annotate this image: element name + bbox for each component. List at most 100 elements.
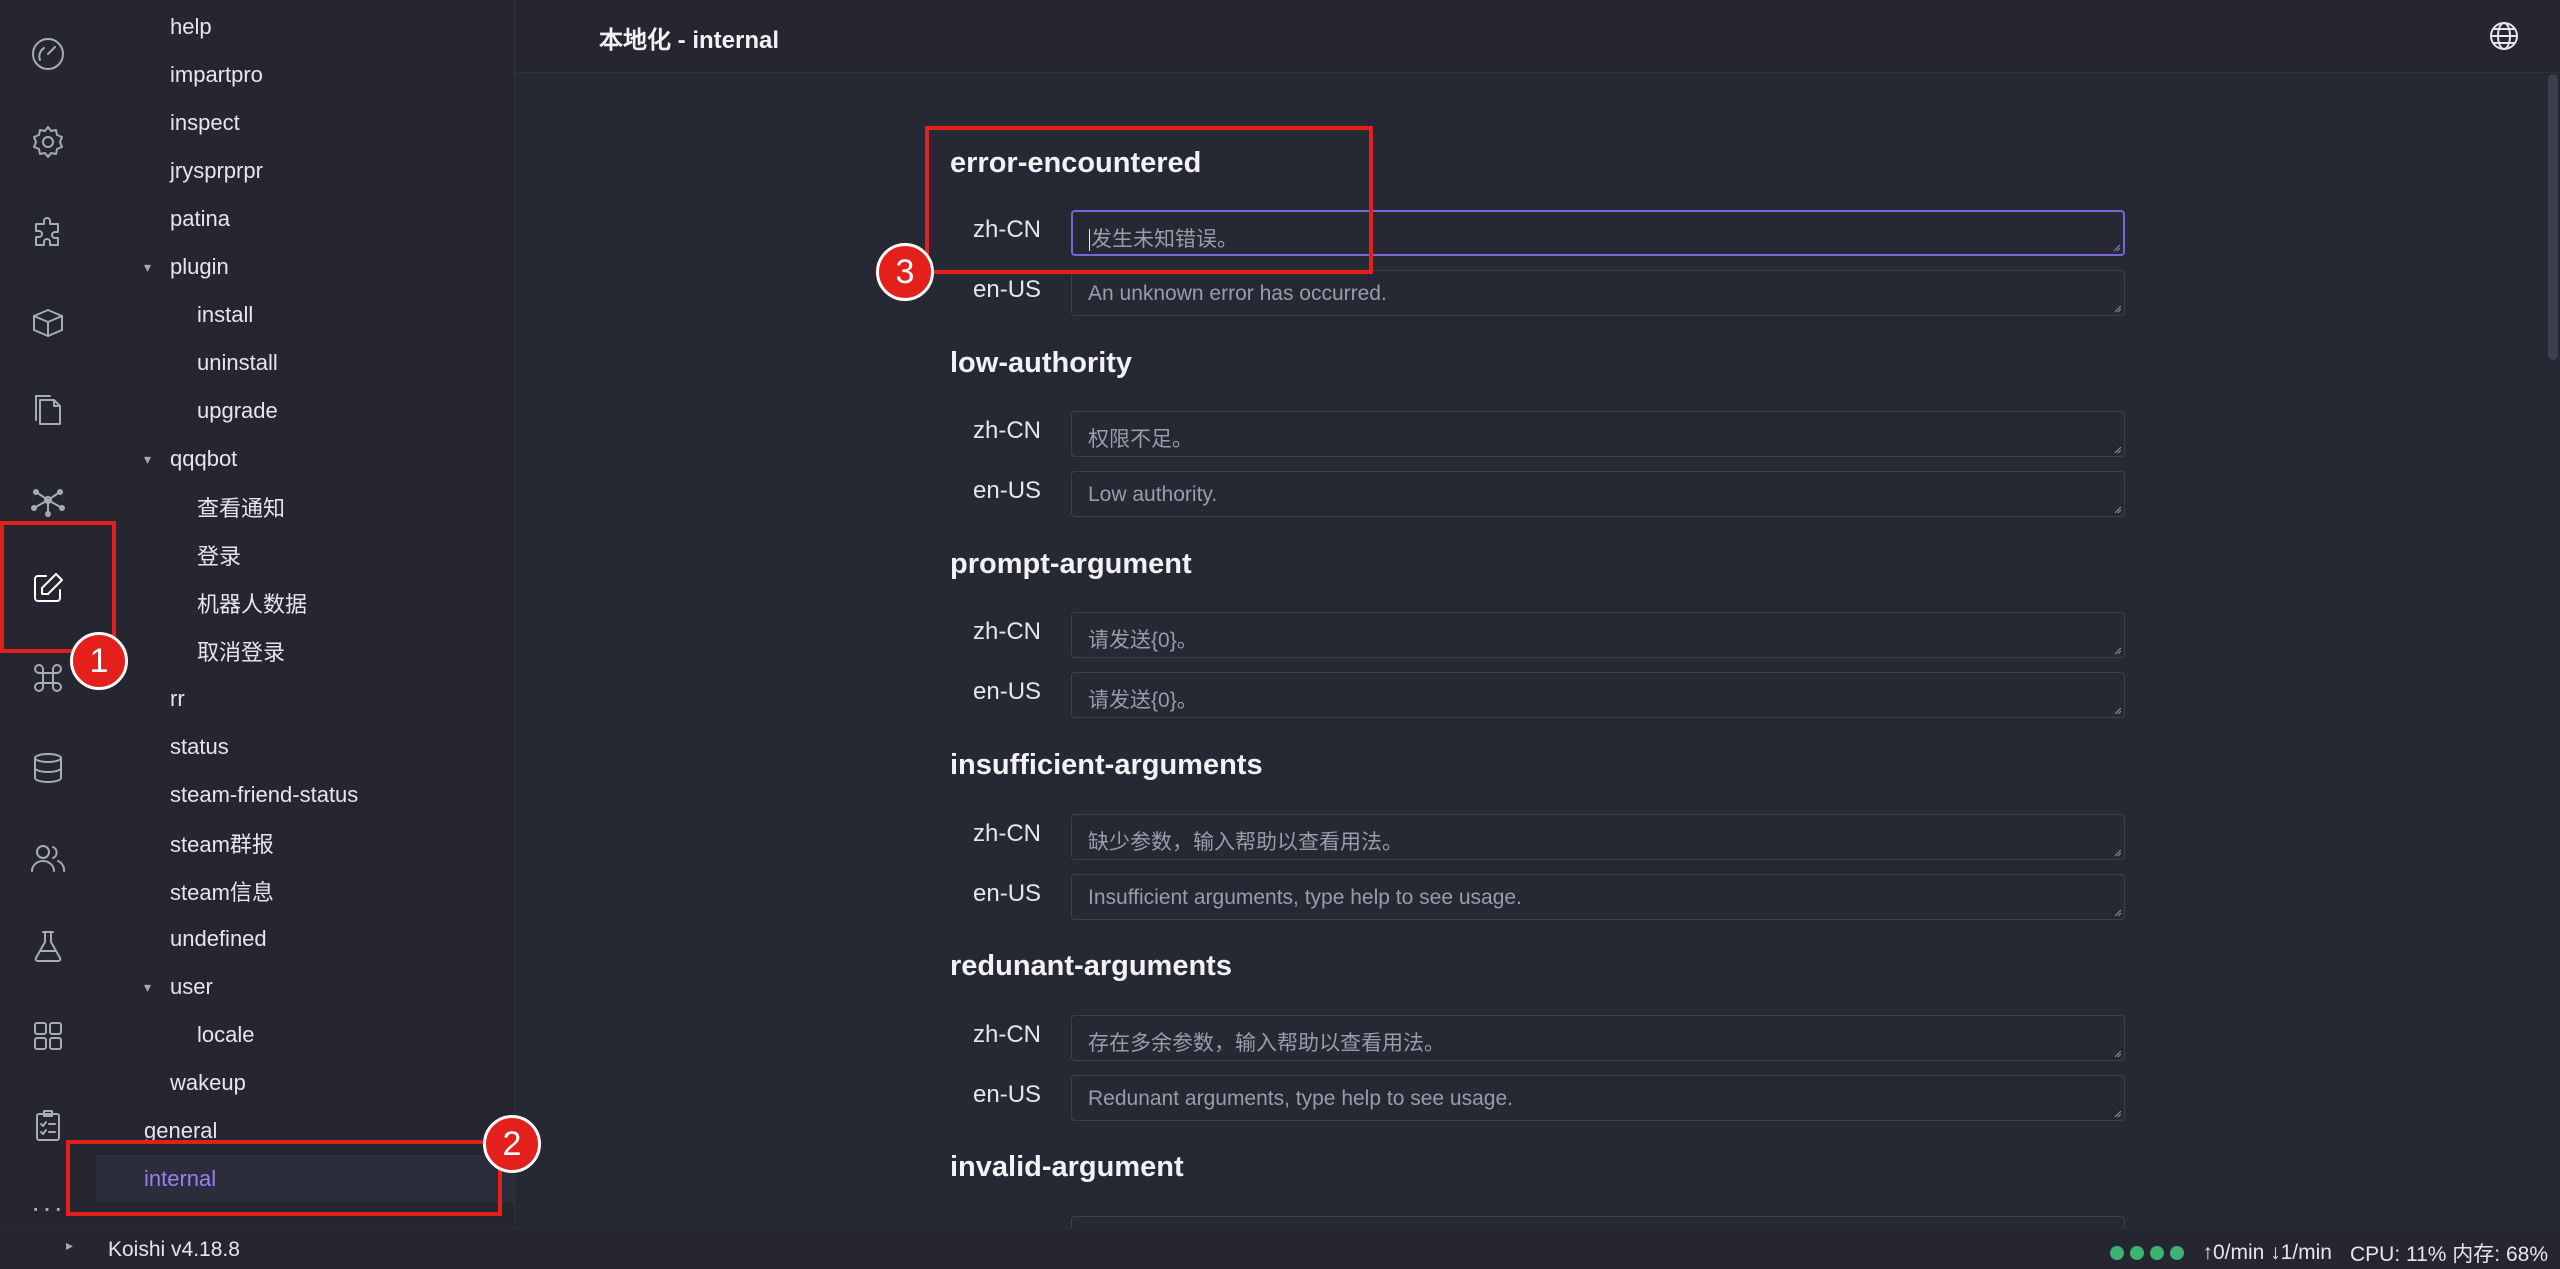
tree-item-label: uninstall bbox=[197, 350, 278, 375]
translation-field-zh[interactable]: 存在多余参数，输入帮助以查看用法。 bbox=[1071, 1015, 2125, 1061]
tree-item-label: steam-friend-status bbox=[170, 782, 359, 807]
locale-label-en: en-US bbox=[973, 880, 1042, 907]
version-label: Koishi v4.18.8 bbox=[108, 1238, 240, 1261]
translation-field-en[interactable]: Insufficient arguments, type help to see… bbox=[1071, 874, 2125, 920]
field-value: Insufficient arguments, type help to see… bbox=[1088, 886, 1522, 909]
tree-item-label: locale bbox=[197, 1022, 255, 1047]
globe-icon[interactable] bbox=[2488, 20, 2520, 52]
section-title: insufficient-arguments bbox=[950, 749, 1263, 781]
tree-item-inspect[interactable]: inspect bbox=[96, 99, 514, 147]
tree-item-label: install bbox=[197, 302, 254, 327]
dashboard-icon[interactable] bbox=[0, 14, 96, 94]
field-value: Redunant arguments, type help to see usa… bbox=[1088, 1087, 1513, 1110]
resize-handle-icon[interactable] bbox=[2112, 303, 2122, 313]
resize-handle-icon[interactable] bbox=[2112, 444, 2122, 454]
locale-label-en: en-US bbox=[973, 1081, 1042, 1108]
translation-field-en[interactable]: Low authority. bbox=[1071, 471, 2125, 517]
tree-item-install[interactable]: install bbox=[96, 291, 514, 339]
tree-item-undefined[interactable]: undefined bbox=[96, 915, 514, 963]
field-value: 缺少参数，输入帮助以查看用法。 bbox=[1088, 831, 1403, 854]
tree-item-steam-info[interactable]: steam信息 bbox=[96, 867, 514, 915]
resize-handle-icon[interactable] bbox=[2112, 705, 2122, 715]
status-dot bbox=[2150, 1246, 2165, 1260]
field-value: 请发送{0}。 bbox=[1088, 689, 1198, 712]
tree-item-login[interactable]: 登录 bbox=[96, 531, 514, 579]
tree-item-label: steam群报 bbox=[170, 832, 274, 857]
translation-field-zh[interactable]: 权限不足。 bbox=[1071, 411, 2125, 457]
resize-handle-icon[interactable] bbox=[2112, 645, 2122, 655]
locale-label-en: en-US bbox=[973, 276, 1042, 303]
section-title: redunant-arguments bbox=[950, 950, 1232, 982]
header: 本地化 - internal bbox=[515, 0, 2560, 73]
resize-handle-icon[interactable] bbox=[2112, 504, 2122, 514]
settings-icon[interactable] bbox=[0, 102, 96, 182]
locale-editor: error-encountered zh-CN 发生未知错误。 en-US An… bbox=[515, 73, 2560, 1228]
caret-down-icon[interactable]: ▾ bbox=[144, 259, 151, 276]
apps-icon[interactable] bbox=[0, 996, 96, 1076]
tree-item-notifications[interactable]: 查看通知 bbox=[96, 483, 514, 531]
scrollbar-thumb[interactable] bbox=[2548, 74, 2558, 360]
locale-label-zh: zh-CN bbox=[973, 820, 1042, 847]
tree-item-steam-group-report[interactable]: steam群报 bbox=[96, 819, 514, 867]
plugins-icon[interactable] bbox=[0, 192, 96, 272]
tree-item-steam-friend-status[interactable]: steam-friend-status bbox=[96, 771, 514, 819]
resource-usage: CPU: 11% 内存: 68% bbox=[2349, 1243, 2548, 1266]
tree-item-label: 登录 bbox=[197, 544, 242, 569]
tree-item-robot-data[interactable]: 机器人数据 bbox=[96, 579, 514, 627]
status-dot bbox=[2130, 1246, 2145, 1260]
tree-item-logout[interactable]: 取消登录 bbox=[96, 627, 514, 675]
tree-item-label: qqqbot bbox=[170, 446, 238, 471]
resize-handle-icon[interactable] bbox=[2112, 907, 2122, 917]
section-title: low-authority bbox=[950, 347, 1133, 379]
sidebar-tree: help impartpro inspect jrysprprpr patina… bbox=[96, 0, 515, 1228]
tree-item-locale[interactable]: locale bbox=[96, 1011, 514, 1059]
translation-field-en[interactable]: An unknown error has occurred. bbox=[1071, 270, 2125, 316]
tree-item-jrysprprpr[interactable]: jrysprprpr bbox=[96, 147, 514, 195]
tree-item-impartpro[interactable]: impartpro bbox=[96, 51, 514, 99]
tree-item-rr[interactable]: rr bbox=[96, 675, 514, 723]
locale-label-zh: zh-CN bbox=[973, 618, 1042, 645]
tree-item-uninstall[interactable]: uninstall bbox=[96, 339, 514, 387]
tree-item-label: user bbox=[170, 974, 213, 999]
logs-icon[interactable] bbox=[0, 370, 96, 450]
tree-item-label: wakeup bbox=[170, 1070, 246, 1095]
translation-field-zh[interactable] bbox=[1071, 1216, 2125, 1228]
users-icon[interactable] bbox=[0, 818, 96, 898]
market-icon[interactable] bbox=[0, 282, 96, 362]
annotation-box-3 bbox=[925, 126, 1373, 274]
status-right: ↑0/min ↓1/min CPU: 11% 内存: 68% bbox=[2110, 1238, 2548, 1268]
tree-item-help[interactable]: help bbox=[96, 3, 514, 51]
tree-item-label: 取消登录 bbox=[197, 640, 286, 665]
tree-item-qqqbot[interactable]: ▾ qqqbot bbox=[96, 435, 514, 483]
database-icon[interactable] bbox=[0, 728, 96, 808]
status-dot bbox=[2110, 1246, 2125, 1260]
tree-item-patina[interactable]: patina bbox=[96, 195, 514, 243]
tree-item-upgrade[interactable]: upgrade bbox=[96, 387, 514, 435]
annotation-badge-3: 3 bbox=[876, 243, 934, 301]
translation-field-en[interactable]: 请发送{0}。 bbox=[1071, 672, 2125, 718]
tree-item-label: rr bbox=[170, 686, 185, 711]
tree-item-label: status bbox=[170, 734, 229, 759]
annotation-box-2 bbox=[66, 1140, 502, 1216]
tree-item-label: inspect bbox=[170, 110, 240, 135]
translation-field-zh[interactable]: 缺少参数，输入帮助以查看用法。 bbox=[1071, 814, 2125, 860]
tree-item-status[interactable]: status bbox=[96, 723, 514, 771]
tree-item-wakeup[interactable]: wakeup bbox=[96, 1059, 514, 1107]
tree-item-user[interactable]: ▾ user bbox=[96, 963, 514, 1011]
resize-handle-icon[interactable] bbox=[2112, 1108, 2122, 1118]
sidebar-toggle-icon[interactable]: ▸ bbox=[66, 1237, 73, 1254]
main-panel: 本地化 - internal error-encountered zh-CN 发… bbox=[515, 0, 2560, 1228]
resize-handle-icon[interactable] bbox=[2112, 847, 2122, 857]
bot-status-indicators[interactable] bbox=[2110, 1246, 2185, 1260]
caret-down-icon[interactable]: ▾ bbox=[144, 451, 151, 468]
sandbox-icon[interactable] bbox=[0, 906, 96, 986]
tree-item-plugin[interactable]: ▾ plugin bbox=[96, 243, 514, 291]
resize-handle-icon[interactable] bbox=[2111, 242, 2121, 252]
field-value: An unknown error has occurred. bbox=[1088, 282, 1387, 305]
translation-field-en[interactable]: Redunant arguments, type help to see usa… bbox=[1071, 1075, 2125, 1121]
resize-handle-icon[interactable] bbox=[2112, 1048, 2122, 1058]
section-title: prompt-argument bbox=[950, 548, 1192, 580]
translation-field-zh[interactable]: 请发送{0}。 bbox=[1071, 612, 2125, 658]
caret-down-icon[interactable]: ▾ bbox=[144, 979, 151, 996]
message-traffic: ↑0/min ↓1/min bbox=[2202, 1241, 2332, 1264]
